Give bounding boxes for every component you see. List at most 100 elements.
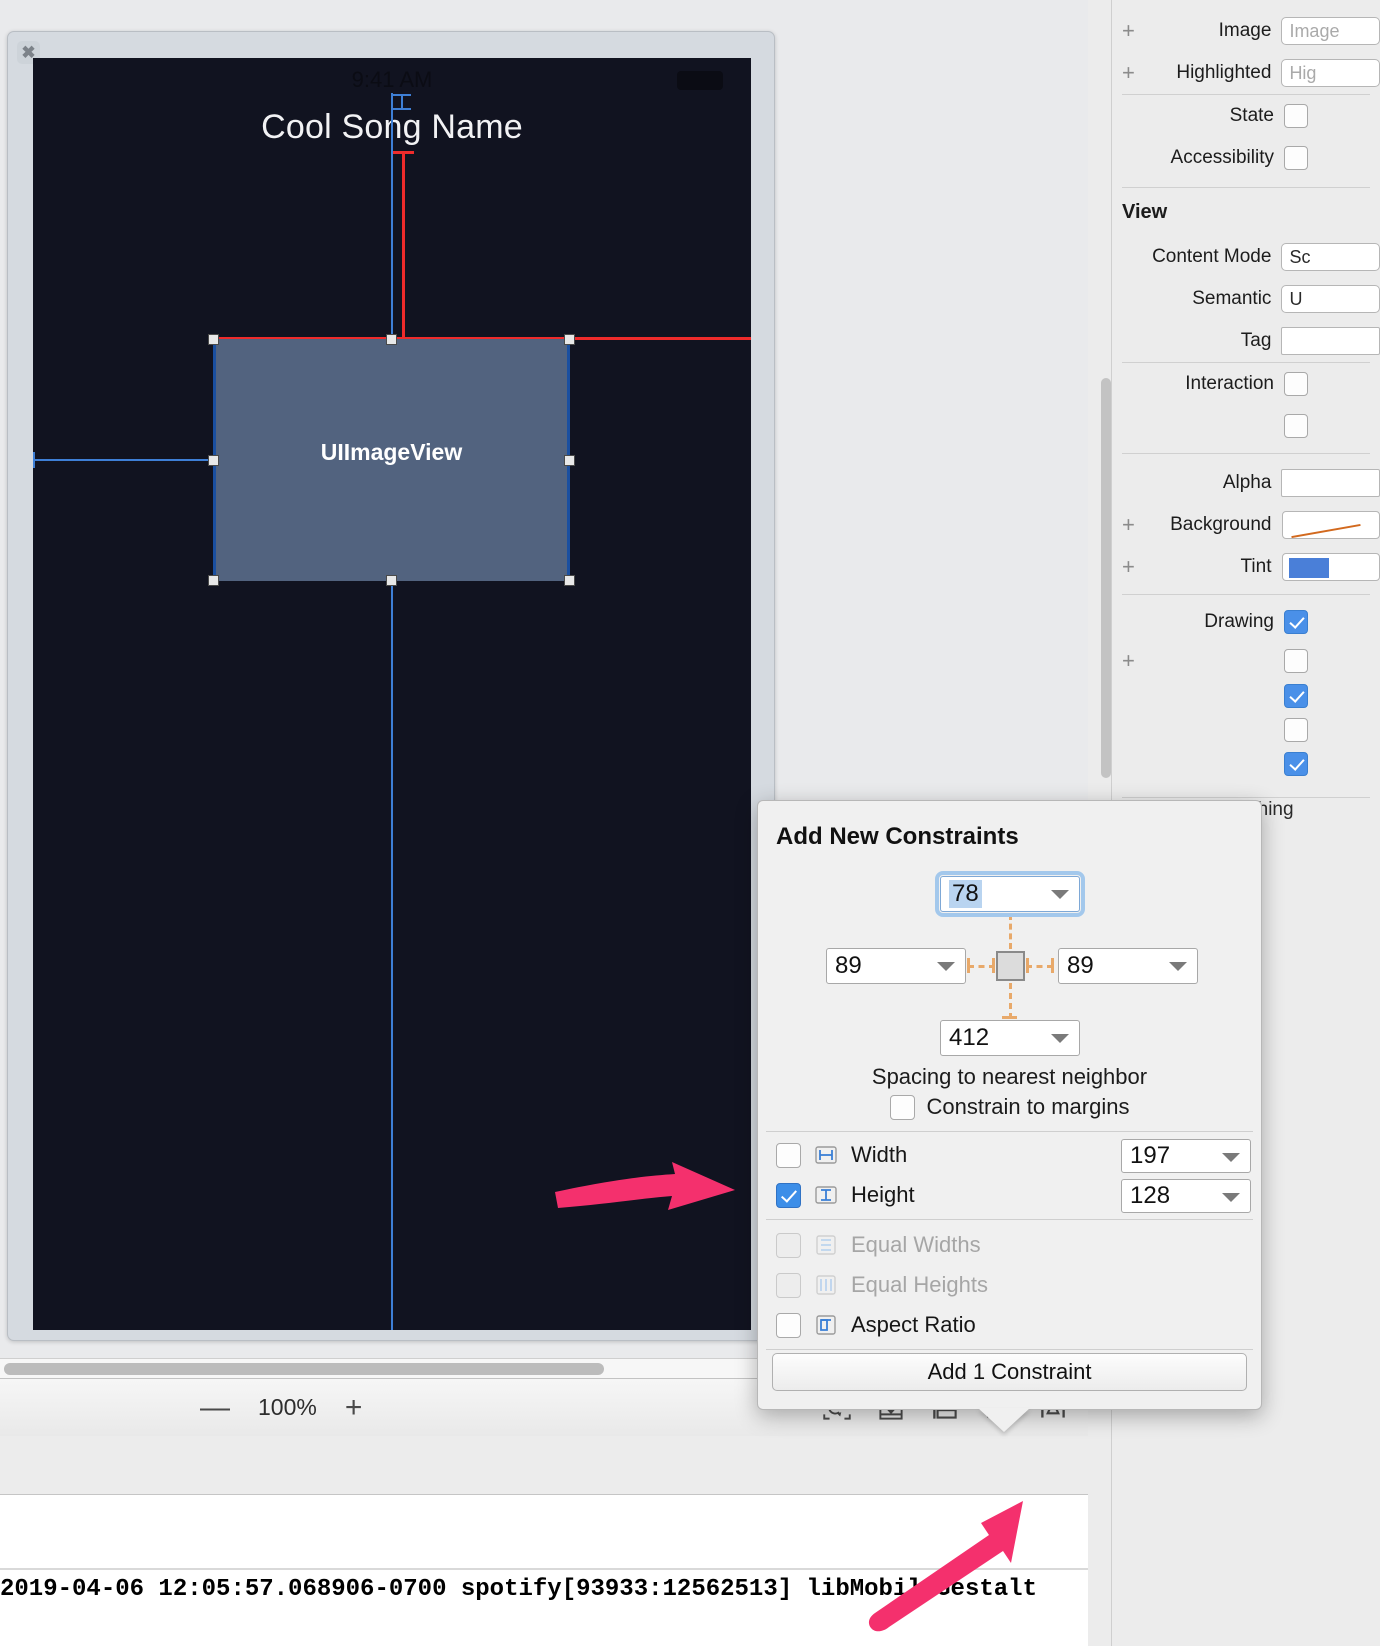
inspector-row-highlighted: + Highlighted Hig bbox=[1112, 52, 1380, 94]
aspect-ratio-row[interactable]: Aspect Ratio bbox=[758, 1305, 1263, 1345]
resize-handle-mid-right[interactable] bbox=[564, 455, 575, 466]
zoom-level-label[interactable]: 100% bbox=[258, 1394, 317, 1421]
resize-handle-bottom-left[interactable] bbox=[208, 575, 219, 586]
right-connector-dash bbox=[1026, 965, 1053, 968]
bottom-connector-dash bbox=[1009, 983, 1012, 1019]
width-icon bbox=[815, 1146, 837, 1164]
inspector-scrollbar-thumb[interactable] bbox=[1101, 378, 1111, 778]
chevron-down-icon[interactable] bbox=[1222, 1153, 1240, 1162]
console-separator bbox=[0, 1568, 1088, 1570]
aspect-ratio-icon bbox=[816, 1315, 836, 1335]
aspect-ratio-checkbox[interactable] bbox=[776, 1312, 801, 1338]
resize-handle-bottom-right[interactable] bbox=[564, 575, 575, 586]
right-tick-inner bbox=[1026, 958, 1029, 973]
scrollbar-thumb[interactable] bbox=[4, 1363, 604, 1375]
resize-handle-top-center[interactable] bbox=[386, 334, 397, 345]
zoom-in-button[interactable]: + bbox=[345, 1392, 363, 1423]
equal-widths-row: Equal Widths bbox=[758, 1225, 1263, 1265]
bottom-spacing-input[interactable]: 412 bbox=[940, 1020, 1080, 1056]
inspector-label-accessibility: Accessibility bbox=[1170, 147, 1274, 168]
chevron-down-icon[interactable] bbox=[1051, 1034, 1069, 1043]
device-screen[interactable]: 9:41 AM Cool Song Name UIImageView bbox=[33, 58, 751, 1330]
divider bbox=[766, 1349, 1253, 1350]
equal-heights-row: Equal Heights bbox=[758, 1265, 1263, 1305]
highlighted-field[interactable]: Hig bbox=[1281, 59, 1380, 87]
width-checkbox[interactable] bbox=[776, 1142, 801, 1168]
drawing-clears-graphics-checkbox[interactable] bbox=[1284, 684, 1308, 708]
resize-handle-top-left[interactable] bbox=[208, 334, 219, 345]
inspector-label-tag: Tag bbox=[1240, 330, 1272, 351]
divider bbox=[766, 1131, 1253, 1132]
debug-console: 2019-04-06 12:05:57.068906-0700 spotify[… bbox=[0, 1494, 1088, 1646]
top-spacing-input[interactable]: 78 bbox=[935, 871, 1085, 917]
plus-icon[interactable]: + bbox=[1122, 62, 1135, 84]
content-mode-select[interactable]: Sc bbox=[1281, 243, 1380, 271]
image-field[interactable]: Image bbox=[1281, 17, 1380, 45]
vertical-center-guide bbox=[391, 93, 393, 1330]
drawing-autoresize-checkbox[interactable] bbox=[1284, 752, 1308, 776]
width-value-input[interactable]: 197 bbox=[1121, 1139, 1251, 1173]
constrain-to-margins-label: Constrain to margins bbox=[926, 1094, 1130, 1119]
semantic-select[interactable]: U bbox=[1281, 285, 1380, 313]
alpha-stepper[interactable] bbox=[1281, 469, 1380, 497]
battery-icon bbox=[677, 71, 723, 90]
interaction-checkbox[interactable] bbox=[1284, 372, 1308, 396]
spacing-hint-label: Spacing to nearest neighbor bbox=[871, 1064, 1148, 1089]
left-connector-dash bbox=[968, 965, 995, 968]
resize-handle-bottom-center[interactable] bbox=[386, 575, 397, 586]
trailing-spacing-input[interactable]: 89 bbox=[1058, 948, 1198, 984]
drawing-clip-subviews-checkbox[interactable] bbox=[1284, 718, 1308, 742]
background-color-swatch[interactable] bbox=[1281, 511, 1380, 539]
leading-spacing-value: 89 bbox=[835, 952, 862, 979]
constraint-redline-vertical bbox=[402, 151, 405, 339]
equal-heights-label: Equal Heights bbox=[851, 1272, 988, 1297]
aspect-ratio-label: Aspect Ratio bbox=[851, 1312, 976, 1337]
bottom-spacing-value: 412 bbox=[949, 1024, 990, 1051]
inspector-row-drawing-2: + bbox=[1112, 643, 1380, 679]
right-tick bbox=[1051, 958, 1054, 973]
popover-arrow bbox=[978, 1408, 1030, 1432]
status-bar-time: 9:41 AM bbox=[351, 67, 433, 92]
inspector-label-state: State bbox=[1229, 105, 1274, 126]
zoom-out-button[interactable]: — bbox=[200, 1392, 230, 1423]
height-constraint-row[interactable]: Height 128 bbox=[758, 1175, 1263, 1215]
equal-widths-icon bbox=[816, 1235, 836, 1255]
inspector-label-content-mode: Content Mode bbox=[1152, 246, 1272, 267]
width-label: Width bbox=[851, 1142, 908, 1167]
state-checkbox[interactable] bbox=[1284, 104, 1308, 128]
chevron-down-icon[interactable] bbox=[1051, 890, 1069, 899]
equal-heights-checkbox bbox=[776, 1272, 801, 1298]
trailing-spacing-value: 89 bbox=[1067, 952, 1094, 979]
width-value: 197 bbox=[1130, 1142, 1171, 1169]
add-constraint-button[interactable]: Add 1 Constraint bbox=[772, 1353, 1247, 1391]
leading-spacing-input[interactable]: 89 bbox=[826, 948, 966, 984]
tint-color-swatch[interactable] bbox=[1281, 553, 1380, 581]
plus-icon[interactable]: + bbox=[1122, 556, 1135, 578]
interaction-multitouch-checkbox[interactable] bbox=[1284, 414, 1308, 438]
constrain-to-margins-row[interactable]: Constrain to margins bbox=[758, 1094, 1261, 1120]
inspector-section-view: View bbox=[1112, 188, 1380, 236]
resize-handle-top-right[interactable] bbox=[564, 334, 575, 345]
inspector-row-accessibility: Accessibility bbox=[1112, 137, 1380, 179]
chevron-down-icon[interactable] bbox=[1169, 962, 1187, 971]
drawing-opaque-checkbox[interactable] bbox=[1284, 610, 1308, 634]
uiimageview-element[interactable]: UIImageView bbox=[213, 339, 570, 581]
tint-color-chip bbox=[1288, 558, 1329, 578]
plus-icon[interactable]: + bbox=[1122, 650, 1135, 672]
color-line-icon bbox=[1290, 523, 1361, 538]
chevron-down-icon[interactable] bbox=[1222, 1193, 1240, 1202]
top-spacing-value: 78 bbox=[949, 880, 982, 908]
height-value-input[interactable]: 128 bbox=[1121, 1179, 1251, 1213]
accessibility-checkbox[interactable] bbox=[1284, 146, 1308, 170]
resize-handle-mid-left[interactable] bbox=[208, 455, 219, 466]
drawing-hidden-checkbox[interactable] bbox=[1284, 649, 1308, 673]
height-checkbox[interactable] bbox=[776, 1182, 801, 1208]
inspector-row-tint: + Tint bbox=[1112, 546, 1380, 588]
width-constraint-row[interactable]: Width 197 bbox=[758, 1135, 1263, 1175]
plus-icon[interactable]: + bbox=[1122, 20, 1135, 42]
plus-icon[interactable]: + bbox=[1122, 514, 1135, 536]
constrain-to-margins-checkbox[interactable] bbox=[889, 1094, 915, 1120]
tag-input[interactable] bbox=[1281, 327, 1380, 355]
chevron-down-icon[interactable] bbox=[937, 962, 955, 971]
inspector-label-drawing: Drawing bbox=[1204, 611, 1274, 632]
